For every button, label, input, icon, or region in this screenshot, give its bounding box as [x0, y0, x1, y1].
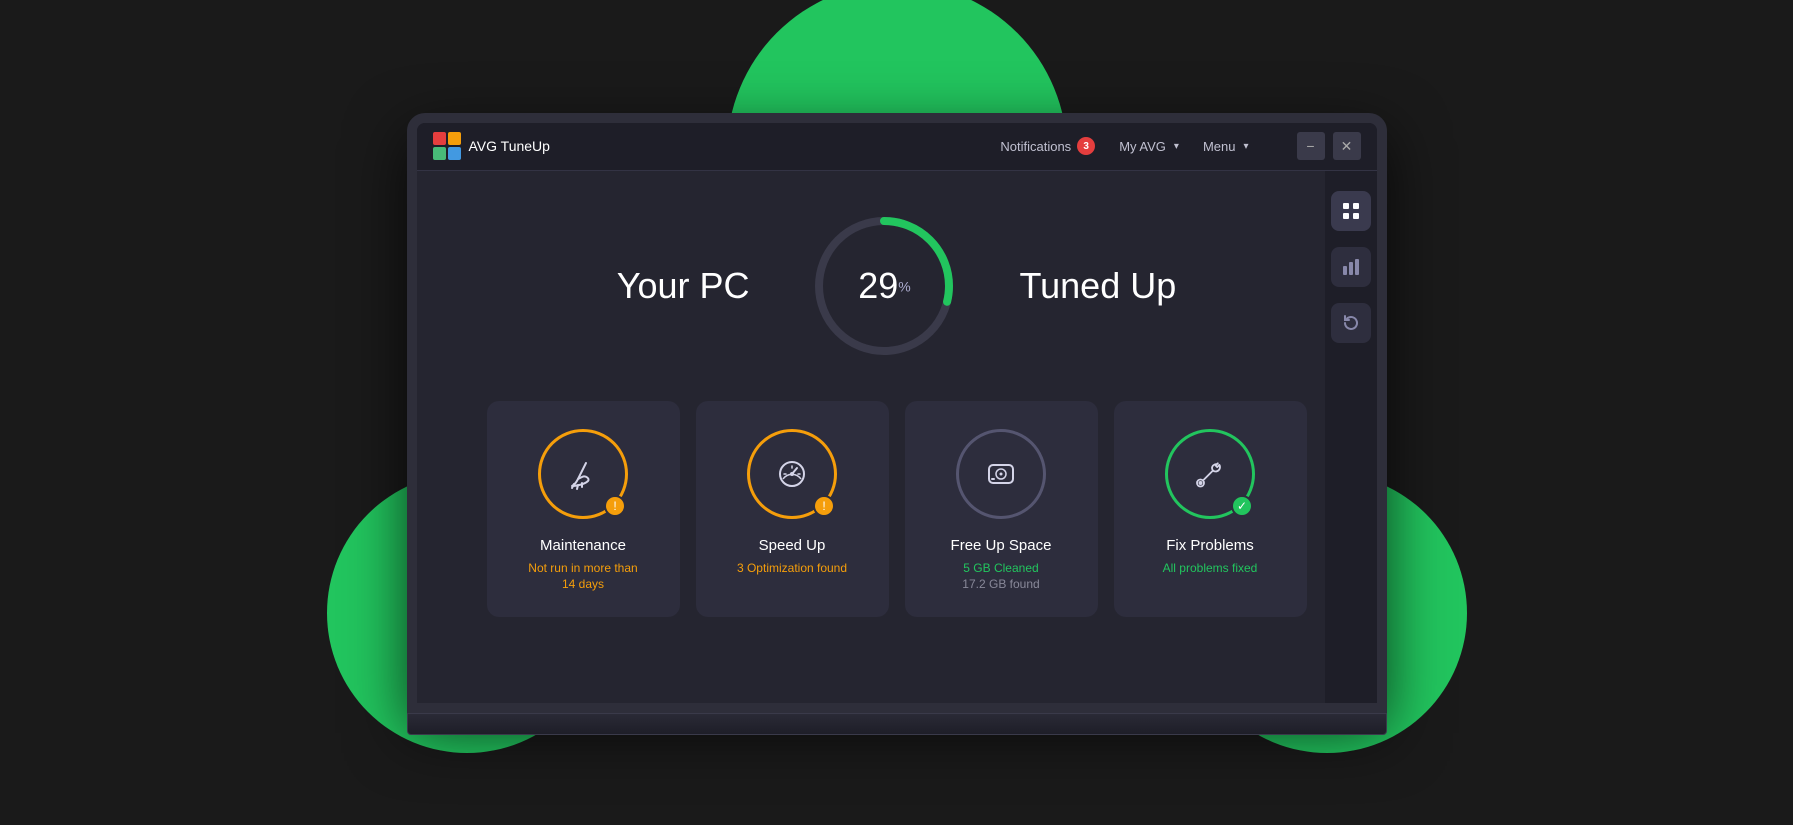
maintenance-title: Maintenance: [540, 537, 626, 554]
speedometer-icon: [773, 455, 811, 493]
app-title: AVG TuneUp: [469, 138, 550, 154]
speed-up-title: Speed Up: [759, 537, 826, 554]
gauge-center-text: 29%: [858, 265, 911, 307]
free-up-title: Free Up Space: [951, 537, 1052, 554]
avg-logo-icon: [433, 132, 461, 160]
speed-up-icon-wrapper: !: [747, 429, 837, 519]
wrench-icon: [1191, 455, 1229, 493]
menu-label: Menu: [1203, 139, 1236, 154]
menu-nav[interactable]: Menu ▾: [1203, 139, 1249, 154]
app-window: AVG TuneUp Notifications 3 My AVG ▾ Menu: [417, 123, 1377, 703]
maintenance-badge: !: [604, 495, 626, 517]
gauge-value: 29: [858, 265, 898, 306]
free-up-subtitle-cleaned: 5 GB Cleaned: [963, 560, 1038, 577]
close-button[interactable]: ✕: [1333, 132, 1361, 160]
my-avg-label: My AVG: [1119, 139, 1166, 154]
free-up-subtitle-found: 17.2 GB found: [962, 576, 1039, 593]
maintenance-subtitle: Not run in more than14 days: [528, 560, 637, 594]
minimize-button[interactable]: −: [1297, 132, 1325, 160]
notification-count-badge: 3: [1077, 137, 1095, 155]
broom-icon: [564, 455, 602, 493]
maintenance-card[interactable]: ! Maintenance Not run in more than14 day…: [487, 401, 680, 618]
your-pc-label: Your PC: [617, 265, 750, 307]
refresh-icon: [1342, 314, 1360, 332]
fix-problems-subtitle: All problems fixed: [1163, 560, 1258, 577]
title-bar-nav: Notifications 3 My AVG ▾ Menu ▾ −: [1000, 132, 1360, 160]
side-panel: [1325, 171, 1377, 703]
fix-problems-title: Fix Problems: [1166, 537, 1254, 554]
speed-up-card[interactable]: ! Speed Up 3 Optimization found: [696, 401, 889, 618]
gauge-percent-symbol: %: [898, 278, 910, 294]
grid-view-button[interactable]: [1331, 191, 1371, 231]
tuned-up-label: Tuned Up: [1019, 265, 1176, 307]
fix-problems-icon-wrapper: ✓: [1165, 429, 1255, 519]
my-avg-chevron-icon: ▾: [1174, 141, 1179, 152]
chart-view-button[interactable]: [1331, 247, 1371, 287]
window-controls: − ✕: [1297, 132, 1361, 160]
harddrive-icon: [982, 455, 1020, 493]
cards-grid: ! Maintenance Not run in more than14 day…: [477, 401, 1317, 618]
title-bar: AVG TuneUp Notifications 3 My AVG ▾ Menu: [417, 123, 1377, 171]
maintenance-icon-wrapper: !: [538, 429, 628, 519]
gauge-circle: 29%: [809, 211, 959, 361]
speed-up-badge: !: [813, 495, 835, 517]
fix-problems-badge: ✓: [1231, 495, 1253, 517]
hero-section: Your PC 29% Tuned Up: [417, 171, 1377, 703]
scene: AVG TuneUp Notifications 3 My AVG ▾ Menu: [347, 63, 1447, 763]
bar-chart-icon: [1342, 258, 1360, 276]
grid-icon: [1342, 202, 1360, 220]
pc-status-row: Your PC 29% Tuned Up: [617, 211, 1177, 361]
refresh-button[interactable]: [1331, 303, 1371, 343]
menu-chevron-icon: ▾: [1243, 141, 1248, 152]
logo-area: AVG TuneUp: [433, 132, 1001, 160]
fix-problems-card[interactable]: ✓ Fix Problems All problems fixed: [1114, 401, 1307, 618]
main-content: Your PC 29% Tuned Up: [417, 171, 1377, 703]
speed-up-subtitle: 3 Optimization found: [737, 560, 847, 577]
notifications-label: Notifications: [1000, 139, 1071, 154]
free-up-icon-circle: [956, 429, 1046, 519]
screen-frame: AVG TuneUp Notifications 3 My AVG ▾ Menu: [407, 113, 1387, 713]
free-up-space-card[interactable]: Free Up Space 5 GB Cleaned 17.2 GB found: [905, 401, 1098, 618]
laptop-frame: AVG TuneUp Notifications 3 My AVG ▾ Menu: [407, 113, 1387, 735]
notifications-nav[interactable]: Notifications 3: [1000, 137, 1095, 155]
my-avg-nav[interactable]: My AVG ▾: [1119, 139, 1179, 154]
free-up-icon-wrapper: [956, 429, 1046, 519]
laptop-base: [407, 713, 1387, 735]
